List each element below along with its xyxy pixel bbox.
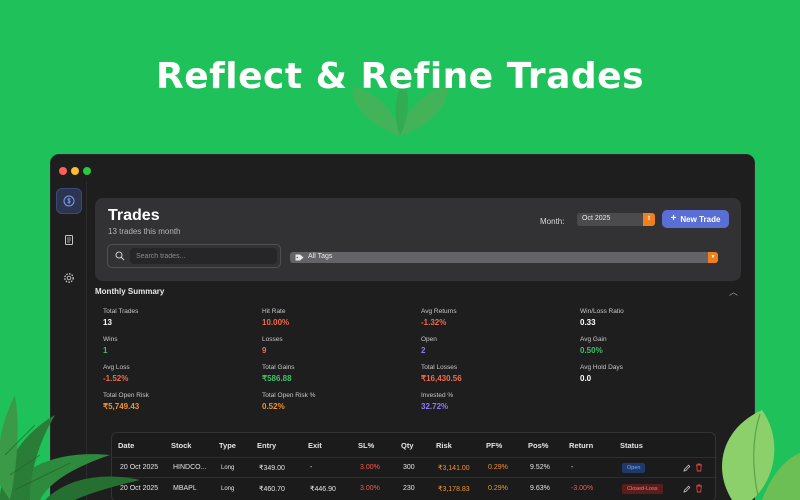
stat-total-losses: Total Losses ₹16,430.56 xyxy=(421,364,462,383)
trash-icon[interactable] xyxy=(695,484,703,493)
stat-total-trades: Total Trades 13 xyxy=(103,308,139,327)
edit-icon[interactable] xyxy=(683,464,691,472)
cell-qty: 230 xyxy=(403,485,415,492)
column-header-sl[interactable]: SL% xyxy=(358,441,374,450)
stat-total-open-risk-pct: Total Open Risk % 0.52% xyxy=(262,392,316,411)
month-select-value: Oct 2025 xyxy=(582,215,611,222)
row-divider xyxy=(112,477,717,478)
stat-total-gains: Total Gains ₹586.88 xyxy=(262,364,295,383)
app-window: Trades 13 trades this month Month: Oct 2… xyxy=(51,155,754,500)
maximize-window-button[interactable] xyxy=(83,167,91,175)
stat-invested-pct: Invested % 32.72% xyxy=(421,392,454,411)
tags-filter-select[interactable]: All Tags ▼ xyxy=(290,252,718,263)
journal-icon xyxy=(65,235,73,245)
new-trade-button[interactable]: + New Trade xyxy=(662,210,729,228)
minimize-window-button[interactable] xyxy=(71,167,79,175)
sidebar-item-trades[interactable] xyxy=(56,188,82,214)
cell-return: - xyxy=(571,464,574,471)
cell-pos: 9.63% xyxy=(530,485,550,492)
cell-sl: 3.00% xyxy=(360,464,380,471)
stat-avg-hold-days: Avg Hold Days 0.0 xyxy=(580,364,623,383)
stat-avg-loss: Avg Loss -1.52% xyxy=(103,364,130,383)
chevron-up-icon[interactable]: ︿ xyxy=(729,285,738,298)
cell-type: Long xyxy=(221,486,235,492)
column-header-stock[interactable]: Stock xyxy=(171,441,191,450)
palm-leaf-left-icon xyxy=(0,395,140,500)
column-header-pos[interactable]: Pos% xyxy=(528,441,548,450)
cell-return: -3.00% xyxy=(571,485,594,492)
dollar-circle-icon xyxy=(63,195,75,207)
sidebar-item-journal[interactable] xyxy=(56,227,82,253)
leaf-right-icon xyxy=(722,410,800,500)
status-badge: Closed-Loss xyxy=(622,484,663,494)
column-header-pf[interactable]: PF% xyxy=(486,441,502,450)
month-select[interactable]: Oct 2025 ⇕ xyxy=(577,213,655,226)
month-label: Month: xyxy=(540,217,565,226)
cell-entry: ₹349.00 xyxy=(259,465,285,472)
tag-icon xyxy=(295,254,304,261)
column-header-exit[interactable]: Exit xyxy=(308,441,322,450)
cell-pos: 9.52% xyxy=(530,464,550,471)
plus-icon: + xyxy=(670,213,677,224)
column-header-return[interactable]: Return xyxy=(569,441,593,450)
cell-stock: MBAPL xyxy=(173,485,197,492)
cell-pf: 0.29% xyxy=(488,485,508,492)
trades-table: Date Stock Type Entry Exit SL% Qty Risk … xyxy=(111,432,717,500)
tags-filter-value: All Tags xyxy=(308,253,333,260)
column-header-risk[interactable]: Risk xyxy=(436,441,452,450)
page-title: Trades xyxy=(108,207,160,224)
column-header-qty[interactable]: Qty xyxy=(401,441,414,450)
search-box xyxy=(107,244,281,268)
column-header-entry[interactable]: Entry xyxy=(257,441,276,450)
stat-avg-returns: Avg Returns -1.32% xyxy=(421,308,457,327)
chevron-down-icon: ▼ xyxy=(708,252,718,263)
stat-hit-rate: Hit Rate 10.00% xyxy=(262,308,290,327)
stat-losses: Losses 9 xyxy=(262,336,283,355)
monthly-summary-title: Monthly Summary xyxy=(95,287,165,296)
cell-stock: HINDCO... xyxy=(173,464,207,471)
cell-pf: 0.29% xyxy=(488,464,508,471)
search-icon xyxy=(115,251,125,261)
cell-sl: 3.00% xyxy=(360,485,380,492)
header-divider xyxy=(112,457,717,458)
cell-type: Long xyxy=(221,465,235,471)
stat-avg-gain: Avg Gain 0.50% xyxy=(580,336,607,355)
stat-wins: Wins 1 xyxy=(103,336,118,355)
trash-icon[interactable] xyxy=(695,463,703,472)
gear-icon xyxy=(64,273,74,283)
trades-header-card: Trades 13 trades this month Month: Oct 2… xyxy=(95,198,741,281)
page-subtitle: 13 trades this month xyxy=(108,227,181,236)
headline: Reflect & Refine Trades xyxy=(155,56,645,97)
cell-entry: ₹460.70 xyxy=(259,486,285,493)
close-window-button[interactable] xyxy=(59,167,67,175)
cell-exit: - xyxy=(310,464,313,471)
sidebar-item-settings[interactable] xyxy=(56,265,82,291)
cell-risk: ₹3,141.00 xyxy=(438,465,470,472)
cell-qty: 300 xyxy=(403,464,415,471)
chevron-updown-icon: ⇕ xyxy=(643,213,655,226)
stat-win-loss-ratio: Win/Loss Ratio 0.33 xyxy=(580,308,624,327)
stat-open: Open 2 xyxy=(421,336,437,355)
column-header-status[interactable]: Status xyxy=(620,441,643,450)
cell-exit: ₹446.90 xyxy=(310,486,336,493)
new-trade-label: New Trade xyxy=(680,214,721,224)
search-input[interactable] xyxy=(130,248,277,264)
edit-icon[interactable] xyxy=(683,485,691,493)
cell-risk: ₹3,178.83 xyxy=(438,486,470,493)
column-header-type[interactable]: Type xyxy=(219,441,236,450)
status-badge: Open xyxy=(622,463,646,473)
